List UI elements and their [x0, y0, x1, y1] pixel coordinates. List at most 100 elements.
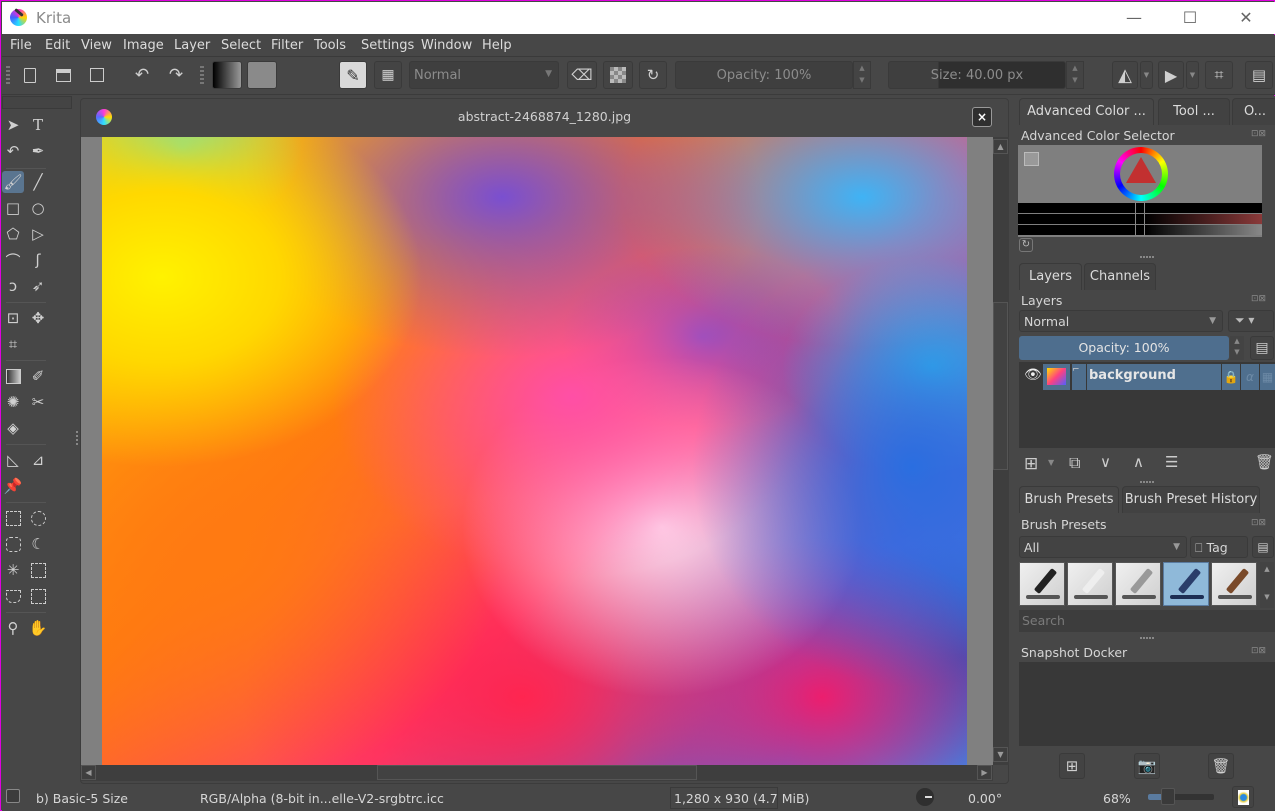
brush-settings-button[interactable]: ▦: [374, 61, 402, 89]
zoom-slider-handle[interactable]: [1160, 788, 1175, 805]
tab-overview[interactable]: O...: [1232, 98, 1275, 125]
tool-crop[interactable]: ⌗: [2, 333, 24, 355]
tool-smart-patch[interactable]: ✂: [27, 391, 49, 413]
preset-scroll[interactable]: ▲ ▼: [1260, 562, 1274, 608]
new-document-button[interactable]: [19, 61, 41, 89]
layer-properties-icon[interactable]: ☰: [1165, 453, 1178, 471]
tab-brush-preset-history[interactable]: Brush Preset History: [1122, 486, 1260, 513]
tool-polyline[interactable]: ▷: [27, 223, 49, 245]
add-layer-options[interactable]: ▼: [1048, 458, 1054, 467]
inherit-alpha-icon[interactable]: ▦: [1260, 364, 1275, 390]
opacity-spinner[interactable]: ▲ ▼: [853, 61, 871, 89]
dock-splitter[interactable]: [1140, 256, 1154, 258]
layer-row[interactable]: 👁 ⌐ background 🔒 α ▦: [1019, 364, 1275, 390]
advanced-color-selector[interactable]: [1018, 145, 1262, 237]
menu-edit[interactable]: Edit: [45, 38, 70, 53]
move-layer-up-button[interactable]: ∧: [1133, 453, 1144, 471]
tool-fill[interactable]: ◈: [2, 417, 24, 439]
tool-gradient[interactable]: [2, 365, 24, 387]
scroll-left-button[interactable]: ◀: [81, 765, 96, 780]
tool-text[interactable]: T: [27, 114, 49, 136]
menu-window[interactable]: Window: [421, 38, 472, 53]
mirror-horizontal-button[interactable]: ◭: [1112, 61, 1138, 89]
layer-filter-button[interactable]: ⏷ ▾: [1228, 310, 1274, 332]
tool-freehand-brush[interactable]: 🖌: [2, 171, 24, 193]
docker-float-close-icons[interactable]: ⊡⊠: [1251, 294, 1273, 306]
tool-bezier-curve[interactable]: ⌒: [2, 249, 24, 271]
opacity-slider[interactable]: Opacity: 100%: [675, 61, 853, 89]
undo-button[interactable]: ↶: [131, 61, 153, 89]
menu-filter[interactable]: Filter: [271, 38, 303, 53]
rotation-dial-icon[interactable]: [916, 788, 934, 806]
layer-properties-button[interactable]: ▤: [1250, 336, 1274, 360]
docker-float-close-icons[interactable]: ⊡⊠: [1251, 129, 1273, 141]
brush-preset-basic-pencil[interactable]: [1067, 562, 1113, 606]
toolbar-grip[interactable]: [6, 66, 10, 86]
tab-brush-presets[interactable]: Brush Presets: [1019, 486, 1119, 513]
workspace-chooser-button[interactable]: ▤: [1245, 61, 1273, 89]
toolbar-grip[interactable]: [200, 66, 204, 86]
menu-select[interactable]: Select: [221, 38, 261, 53]
scroll-right-button[interactable]: ▶: [977, 765, 992, 780]
tool-similar-select[interactable]: [27, 559, 49, 581]
horizontal-scrollbar[interactable]: ◀ ▶: [81, 765, 993, 781]
canvas-area[interactable]: [81, 137, 993, 765]
menu-tools[interactable]: Tools: [314, 38, 346, 53]
selection-mode-icon[interactable]: [6, 789, 20, 803]
new-snapshot-button[interactable]: ⊞: [1059, 753, 1085, 779]
wrap-around-button[interactable]: ⌗: [1205, 61, 1233, 89]
layer-name-cell[interactable]: background: [1087, 364, 1221, 390]
mirror-vertical-button[interactable]: ▶: [1158, 61, 1184, 89]
take-snapshot-button[interactable]: 📷: [1134, 753, 1160, 779]
preset-view-button[interactable]: ▤: [1252, 536, 1274, 558]
tool-polygon[interactable]: ⬠: [2, 223, 24, 245]
tool-reference-images[interactable]: 📌: [2, 475, 24, 497]
eraser-mode-button[interactable]: ⌫: [567, 61, 597, 89]
gradient-selector-button[interactable]: [212, 61, 242, 89]
dock-splitter[interactable]: [1140, 637, 1154, 639]
menu-file[interactable]: File: [10, 38, 32, 53]
tool-rect-select[interactable]: [2, 507, 24, 529]
brush-preset-basic-ink-pen[interactable]: [1019, 562, 1065, 606]
size-slider[interactable]: Size: 40.00 px: [888, 61, 1066, 89]
visibility-eye-icon[interactable]: 👁: [1024, 367, 1042, 383]
menu-layer[interactable]: Layer: [174, 38, 210, 53]
vertical-scroll-thumb[interactable]: [993, 302, 1008, 470]
menu-view[interactable]: View: [81, 38, 112, 53]
brush-preset-basic-5-size[interactable]: [1163, 562, 1209, 606]
saturation-value-triangle[interactable]: [1126, 157, 1156, 183]
tab-layers[interactable]: Layers: [1019, 263, 1082, 290]
tab-channels[interactable]: Channels: [1084, 263, 1156, 290]
tool-polygon-select[interactable]: [2, 533, 24, 555]
status-brush-name[interactable]: b) Basic-5 Size: [36, 791, 128, 806]
tool-color-sampler[interactable]: ✐: [27, 365, 49, 387]
delete-snapshot-button[interactable]: 🗑: [1208, 753, 1234, 779]
tag-button[interactable]: ⎕ Tag: [1190, 536, 1248, 558]
scroll-down-button[interactable]: ▼: [993, 747, 1008, 762]
layer-blend-mode-dropdown[interactable]: Normal ▼: [1019, 310, 1223, 332]
layer-lock-icon[interactable]: 🔒: [1222, 364, 1240, 390]
move-layer-down-button[interactable]: ∨: [1100, 453, 1111, 471]
tool-select-shapes[interactable]: ➤: [2, 114, 24, 136]
docker-float-close-icons[interactable]: ⊡⊠: [1251, 646, 1273, 658]
fit-to-page-button[interactable]: [1232, 786, 1254, 808]
selector-settings-icon[interactable]: [1024, 152, 1039, 166]
tool-freehand-path[interactable]: ʃ: [27, 249, 49, 271]
tool-calligraphy[interactable]: ✒: [27, 140, 49, 162]
delete-layer-button[interactable]: 🗑: [1255, 453, 1274, 471]
menu-image[interactable]: Image: [123, 38, 164, 53]
tool-dynamic-brush[interactable]: ɔ: [2, 275, 24, 297]
zoom-slider[interactable]: [1148, 788, 1214, 805]
brush-preset-basic-paint-brush[interactable]: [1211, 562, 1257, 606]
menu-help[interactable]: Help: [482, 38, 512, 53]
tool-ellipse-select[interactable]: [27, 507, 49, 529]
horizontal-scroll-thumb[interactable]: [377, 765, 697, 780]
tab-advanced-color[interactable]: Advanced Color ...: [1019, 98, 1154, 125]
dock-resize-handle[interactable]: [76, 431, 78, 447]
layer-opacity-spinner[interactable]: ▲ ▼: [1230, 336, 1244, 360]
tool-move[interactable]: ✥: [27, 307, 49, 329]
tool-line[interactable]: ╱: [27, 171, 49, 193]
preserve-alpha-button[interactable]: [603, 61, 633, 89]
blend-mode-dropdown[interactable]: Normal ▼: [409, 61, 559, 89]
color-history-reset-icon[interactable]: ↻: [1019, 238, 1033, 252]
